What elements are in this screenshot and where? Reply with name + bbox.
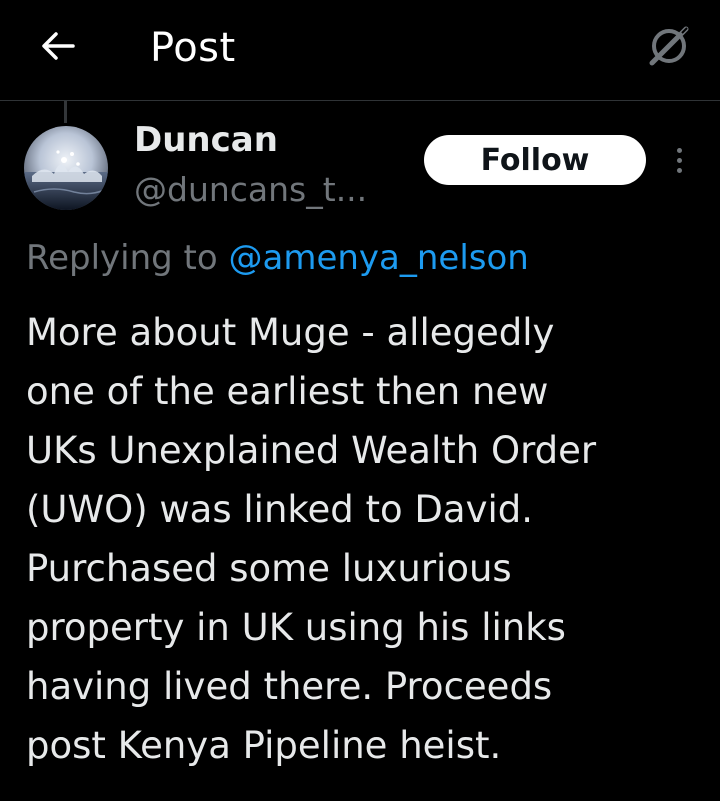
arrow-left-icon: [42, 32, 75, 60]
tweet-text-line: property in UK using his links: [26, 606, 566, 649]
thread-connector-line: [64, 101, 67, 123]
top-app-bar: Post: [0, 0, 720, 101]
reply-mention-link[interactable]: @amenya_nelson: [229, 238, 529, 278]
tweet-text-line: one of the earliest then new: [26, 370, 549, 413]
back-button[interactable]: [34, 22, 82, 70]
replying-to-line: Replying to @amenya_nelson: [26, 234, 529, 282]
tweet-text-line: (UWO) was linked to David.: [26, 488, 534, 531]
replying-to-label: Replying to: [26, 238, 218, 278]
tweet-text-line: post Kenya Pipeline heist.: [26, 724, 502, 767]
water-splash-avatar: [24, 126, 108, 210]
more-options-button[interactable]: [664, 142, 694, 178]
tweet-text-line: Purchased some luxurious: [26, 547, 512, 590]
follow-button[interactable]: Follow: [424, 135, 646, 185]
tweet-text: More about Muge - allegedly one of the e…: [26, 303, 706, 775]
tweet-text-line: having lived there. Proceeds: [26, 665, 553, 708]
grok-button[interactable]: [643, 20, 695, 72]
more-vertical-icon: [676, 147, 682, 153]
more-vertical-icon-dot: [676, 167, 682, 173]
author-handle[interactable]: @duncans_t...: [134, 168, 367, 212]
page-title: Post: [150, 25, 236, 71]
tweet-text-line: More about Muge - allegedly: [26, 311, 555, 354]
tweet-text-line: UKs Unexplained Wealth Order: [26, 429, 597, 472]
grok-icon: [649, 26, 689, 66]
author-name[interactable]: Duncan: [134, 118, 278, 162]
avatar[interactable]: [24, 126, 108, 210]
more-vertical-icon-dot: [676, 157, 682, 163]
